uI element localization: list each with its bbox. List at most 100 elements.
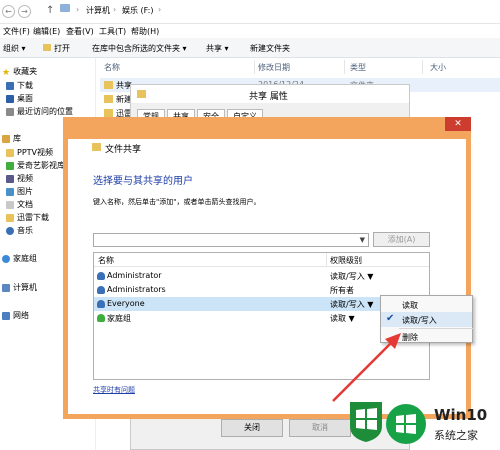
- user-icon: [97, 272, 105, 280]
- folder-icon: [6, 148, 14, 157]
- header-name[interactable]: 名称: [98, 255, 114, 266]
- folder-icon: [137, 90, 146, 98]
- document-icon: [6, 200, 14, 209]
- permission-level[interactable]: 读取/写入 ▼: [330, 299, 373, 310]
- folder-icon: [104, 81, 113, 89]
- computer-icon: [2, 283, 10, 292]
- nav-pptv[interactable]: PPTV视频: [6, 147, 53, 158]
- table-row[interactable]: 家庭组 读取 ▼: [94, 311, 429, 325]
- nav-downloads[interactable]: 下载: [6, 80, 33, 91]
- picture-icon: [6, 187, 14, 196]
- add-button[interactable]: 添加(A): [373, 232, 430, 247]
- music-icon: [6, 226, 14, 235]
- table-row[interactable]: Administrator 读取/写入 ▼: [94, 269, 429, 283]
- breadcrumb-sep: ›: [113, 5, 117, 14]
- nav-libraries[interactable]: 库: [2, 133, 21, 144]
- menu-file[interactable]: 文件(F): [3, 26, 30, 37]
- recent-icon: [6, 107, 14, 116]
- watermark-brand: Win10: [434, 406, 488, 424]
- open-icon: [43, 44, 51, 51]
- user-name: Administrator: [107, 271, 162, 280]
- column-divider: [254, 60, 255, 74]
- table-row-selected[interactable]: Everyone 读取/写入 ▼: [94, 297, 429, 311]
- breadcrumb-computer[interactable]: 计算机: [86, 5, 110, 16]
- breadcrumb-sep: ›: [76, 5, 80, 14]
- page-heading: 选择要与其共享的用户: [93, 176, 193, 187]
- folder-icon: [92, 143, 101, 151]
- watermark-subtitle: 系统之家: [434, 429, 478, 442]
- column-date[interactable]: 修改日期: [258, 62, 290, 73]
- close-icon[interactable]: ✕: [445, 117, 471, 131]
- homegroup-icon: [97, 314, 105, 322]
- forward-button[interactable]: →: [18, 5, 31, 18]
- nav-recent[interactable]: 最近访问的位置: [6, 106, 73, 117]
- video-icon: [6, 174, 14, 183]
- menu-edit[interactable]: 编辑(E): [33, 26, 60, 37]
- user-combobox[interactable]: ▼: [93, 233, 369, 247]
- chevron-down-icon[interactable]: ▼: [360, 236, 365, 244]
- folder-icon: [104, 109, 113, 117]
- nav-videos[interactable]: 视频: [6, 173, 33, 184]
- nav-music[interactable]: 音乐: [6, 225, 33, 236]
- checkmark-icon: ✔: [386, 313, 395, 324]
- permission-level[interactable]: 读取/写入 ▼: [330, 271, 373, 282]
- up-button[interactable]: ↑: [46, 5, 54, 16]
- column-name[interactable]: 名称: [104, 62, 120, 73]
- nav-thunder[interactable]: 迅雷下载: [6, 212, 49, 223]
- nav-documents[interactable]: 文档: [6, 199, 33, 210]
- nav-network[interactable]: 网络: [2, 310, 29, 321]
- library-icon: [2, 134, 10, 143]
- column-divider: [422, 60, 423, 74]
- annotation-arrow: [332, 333, 401, 402]
- instruction-text: 键入名称，然后单击"添加"，或者单击箭头查找用户。: [93, 198, 261, 206]
- permission-level[interactable]: 读取 ▼: [330, 313, 355, 324]
- column-size[interactable]: 大小: [430, 62, 446, 73]
- menu-item-read[interactable]: 读取: [381, 297, 472, 312]
- properties-titlebar: 共享 属性: [131, 85, 409, 103]
- permission-level: 所有者: [330, 286, 354, 295]
- breadcrumb-drive[interactable]: 娱乐 (F:): [122, 5, 153, 16]
- header-permission[interactable]: 权限级别: [330, 255, 362, 266]
- download-icon: [6, 81, 14, 90]
- new-folder-button[interactable]: 新建文件夹: [250, 43, 290, 54]
- cancel-button[interactable]: 取消: [289, 419, 351, 437]
- column-type[interactable]: 类型: [350, 62, 366, 73]
- organize-button[interactable]: 组织 ▾: [3, 43, 26, 54]
- back-button[interactable]: ←: [2, 5, 15, 18]
- nav-desktop[interactable]: 桌面: [6, 93, 33, 104]
- user-name: Everyone: [107, 299, 145, 308]
- menu-tools[interactable]: 工具(T): [99, 26, 126, 37]
- network-icon: [2, 311, 10, 320]
- table-header: 名称 权限级别: [94, 253, 429, 267]
- nav-computer[interactable]: 计算机: [2, 282, 37, 293]
- column-divider: [326, 253, 327, 267]
- watermark: Win10 系统之家: [346, 398, 500, 450]
- nav-homegroup[interactable]: 家庭组: [2, 253, 37, 264]
- folder-icon: [104, 95, 113, 103]
- nav-pictures[interactable]: 图片: [6, 186, 33, 197]
- menu-help[interactable]: 帮助(H): [131, 26, 159, 37]
- menu-view[interactable]: 查看(V): [66, 26, 94, 37]
- breadcrumb-sep: ›: [158, 5, 162, 14]
- nav-favorites[interactable]: ★ 收藏夹: [2, 66, 37, 78]
- star-icon: ★: [2, 67, 11, 78]
- computer-icon: [60, 4, 70, 12]
- nav-iqiyi[interactable]: 爱奇艺影视库: [6, 160, 65, 171]
- open-button[interactable]: 打开: [54, 43, 70, 54]
- share-button[interactable]: 共享 ▾: [206, 43, 229, 54]
- desktop-icon: [6, 94, 14, 103]
- file-list-header: 名称 修改日期 类型 大小: [100, 60, 500, 74]
- file-sharing-dialog: ← 文件共享 选择要与其共享的用户 键入名称，然后单击"添加"，或者单击箭头查找…: [63, 117, 471, 419]
- command-bar: 组织 ▾ 打开 在库中包含所选的文件夹 ▾ 共享 ▾ 新建文件夹: [0, 38, 500, 58]
- include-library-button[interactable]: 在库中包含所选的文件夹 ▾: [92, 43, 187, 54]
- column-divider: [344, 60, 345, 74]
- arrow-shaft: [332, 340, 394, 402]
- table-row[interactable]: Administrators 所有者: [94, 283, 429, 297]
- dialog-body: 文件共享 选择要与其共享的用户 键入名称，然后单击"添加"，或者单击箭头查找用户…: [68, 139, 466, 414]
- close-button[interactable]: 关闭: [221, 419, 283, 437]
- group-icon: [97, 300, 105, 308]
- help-link[interactable]: 共享时有问题: [93, 385, 135, 395]
- properties-title: 共享 属性: [249, 92, 288, 102]
- address-bar: ← → ↑ › 计算机 › 娱乐 (F:) ›: [0, 0, 500, 24]
- user-name: Administrators: [107, 285, 166, 294]
